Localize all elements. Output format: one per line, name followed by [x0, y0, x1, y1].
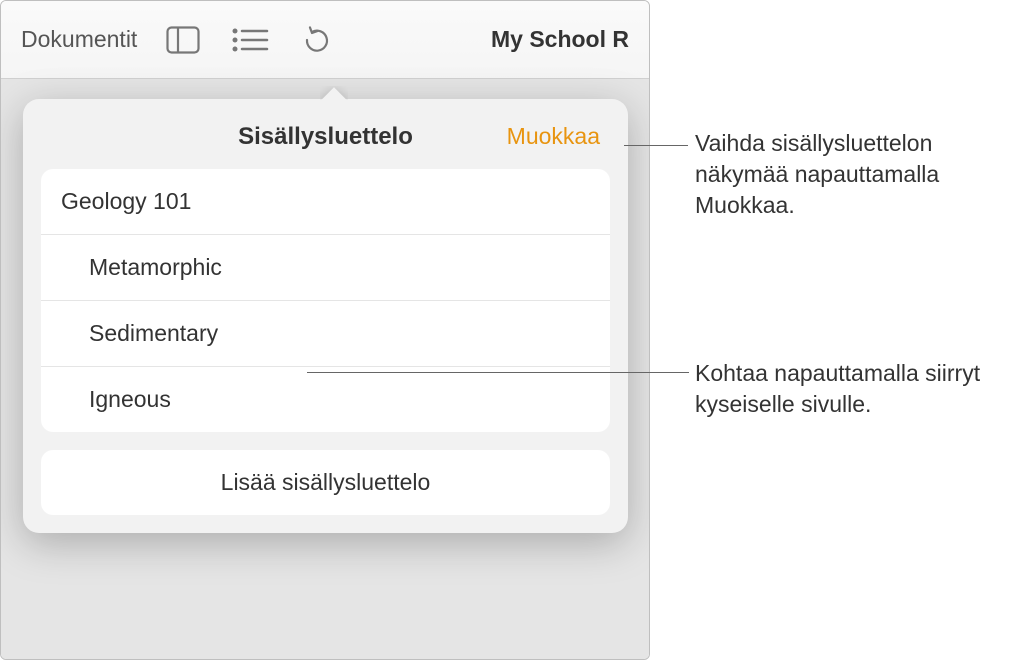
undo-icon[interactable] — [296, 19, 338, 61]
toc-item[interactable]: Sedimentary — [41, 301, 610, 367]
toc-icon[interactable] — [229, 19, 271, 61]
sidebar-icon[interactable] — [162, 19, 204, 61]
toolbar: Dokumentit My School R — [1, 1, 649, 79]
toc-list: Geology 101 Metamorphic Sedimentary Igne… — [41, 169, 610, 432]
toc-item[interactable]: Geology 101 — [41, 169, 610, 235]
edit-button[interactable]: Muokkaa — [507, 123, 600, 150]
callout-leader-line — [307, 372, 689, 373]
add-toc-button[interactable]: Lisää sisällysluettelo — [41, 450, 610, 515]
callout-leader-line — [624, 145, 688, 146]
sidebar-icon-svg — [166, 26, 200, 54]
list-icon-svg — [231, 26, 269, 54]
callout-edit: Vaihda sisällysluettelon näkymää napautt… — [695, 128, 1005, 221]
popover-header: Sisällysluettelo Muokkaa — [41, 117, 610, 169]
toc-popover: Sisällysluettelo Muokkaa Geology 101 Met… — [23, 99, 628, 533]
document-title: My School R — [491, 26, 629, 53]
toc-item[interactable]: Igneous — [41, 367, 610, 432]
popover-title: Sisällysluettelo — [238, 123, 413, 151]
popover-arrow — [320, 86, 348, 100]
app-window: Dokumentit My School R — [0, 0, 650, 660]
back-button[interactable]: Dokumentit — [21, 26, 137, 53]
callout-item: Kohtaa napauttamalla siirryt kyseiselle … — [695, 358, 995, 420]
undo-icon-svg — [301, 24, 333, 56]
toc-item[interactable]: Metamorphic — [41, 235, 610, 301]
